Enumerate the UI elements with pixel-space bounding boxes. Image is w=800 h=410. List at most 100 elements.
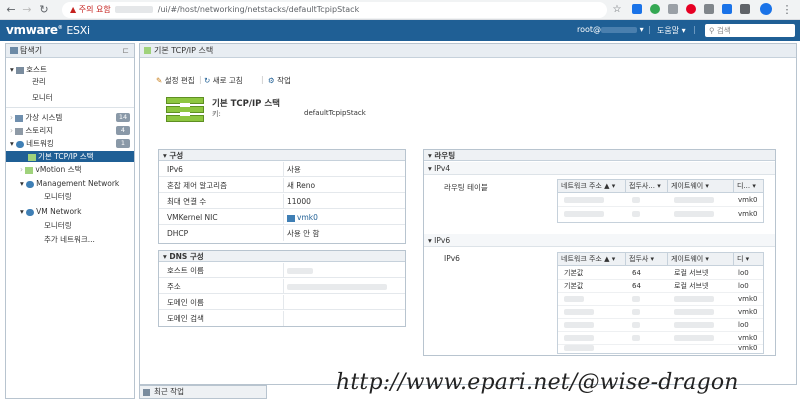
nav-management-network[interactable]: ▾ Management Network [6, 178, 134, 189]
actions-button[interactable]: ⚙ 작업 [268, 75, 291, 86]
col-network-address[interactable]: 네트워크 주소 ▲ ▾ [558, 180, 626, 193]
table-row[interactable]: vmk0 [558, 306, 763, 319]
vmk0-link[interactable]: vmk0 [287, 210, 318, 225]
nav-host[interactable]: ▾ 호스트 [6, 64, 134, 75]
puzzle-icon[interactable] [740, 4, 750, 14]
table-row[interactable]: vmk0 [558, 293, 763, 306]
network-icon [16, 140, 25, 148]
table-row[interactable]: lo0 [558, 319, 763, 332]
table-row[interactable]: 기본값 64 로컬 서브넷 lo0 [558, 280, 763, 293]
nav-management-monitoring[interactable]: 모니터링 [6, 191, 134, 202]
routing-panel: ▾ 라우팅 ▾ IPv4 라우팅 테이블 네트워크 주소 ▲ ▾ 접두사... … [423, 149, 776, 356]
watermark-text: http://www.epari.net/@wise-dragon [336, 370, 739, 395]
recent-tasks-tab[interactable]: 최근 작업 [139, 385, 267, 399]
extension-icon[interactable] [668, 4, 678, 14]
search-input[interactable]: ⚲ 검색 [705, 24, 795, 37]
forward-icon[interactable]: → [20, 3, 34, 17]
tcpip-stack-large-icon [166, 97, 204, 123]
table-row[interactable]: vmk0 [558, 194, 763, 207]
edit-settings-button[interactable]: ✎ 설정 편집 [156, 75, 195, 86]
url-path: /ui/#/host/networking/netstacks/defaultT… [157, 5, 360, 14]
ipv6-routing-table: 네트워크 주소 ▲ ▾ 접두사 ▾ 게이트웨이 ▾ 디 ▾ 기본값 64 로컬 … [557, 252, 764, 354]
nav-storage[interactable]: › 스토리지 4 [6, 125, 134, 136]
table-row[interactable]: 기본값 64 로컬 서브넷 lo0 [558, 267, 763, 280]
user-menu[interactable]: root@ ▾ [577, 25, 644, 34]
nav-vmotion-stack[interactable]: › vMotion 스택 [6, 164, 134, 175]
col-network-address[interactable]: 네트워크 주소 ▲ ▾ [558, 253, 626, 266]
reload-icon[interactable]: ↻ [37, 3, 51, 17]
nav-monitor[interactable]: 모니터 [6, 92, 134, 103]
config-panel-header[interactable]: ▾ 구성 [159, 150, 405, 161]
extension-icon[interactable] [722, 4, 732, 14]
col-device[interactable]: 디 ▾ [734, 253, 763, 266]
routing-panel-header[interactable]: ▾ 라우팅 [424, 150, 775, 161]
security-label: 주의 요함 [78, 5, 111, 14]
ipv4-routing-table: 네트워크 주소 ▲ ▾ 접두사... ▾ 게이트웨이 ▾ 디... ▾ vmk0… [557, 179, 764, 223]
config-row-max-connections: 최대 연결 수 11000 [159, 194, 405, 209]
warning-icon: ▲ [70, 5, 77, 14]
ipv6-routing-table-label: IPv6 [444, 254, 460, 263]
dns-row-hostname: 호스트 이름 [159, 263, 405, 278]
search-icon: ⚲ [709, 26, 715, 35]
config-row-congestion: 혼잡 제어 알고리즘 새 Reno [159, 178, 405, 193]
pencil-icon: ✎ [156, 76, 163, 85]
refresh-button[interactable]: ↻ 새로 고침 [204, 75, 243, 86]
nav-vms[interactable]: › 가상 시스템 14 [6, 112, 134, 123]
dns-panel-header[interactable]: ▾ DNS 구성 [159, 251, 405, 262]
pinterest-icon[interactable] [686, 4, 696, 14]
table-row[interactable]: vmk0 [558, 208, 763, 221]
profile-avatar[interactable] [760, 3, 772, 15]
address-bar[interactable]: ▲ 주의 요함 /ui/#/host/networking/netstacks/… [62, 2, 607, 18]
refresh-icon: ↻ [204, 76, 211, 85]
menu-icon[interactable]: ⋮ [780, 3, 794, 17]
config-row-dhcp: DHCP 사용 안 함 [159, 226, 405, 241]
nav-default-tcpip-stack[interactable]: 기본 TCP/IP 스택 [6, 151, 134, 162]
col-device[interactable]: 디... ▾ [734, 180, 763, 193]
nav-vm-network-monitoring[interactable]: 모니터링 [6, 220, 134, 231]
gear-icon: ⚙ [268, 76, 275, 85]
nav-more-networks[interactable]: 추가 네트워크... [6, 234, 134, 245]
nav-networking[interactable]: ▾ 네트워킹 1 [6, 138, 134, 149]
portgroup-icon [26, 180, 35, 188]
tcpip-stack-icon [28, 153, 36, 161]
ipv6-section-header[interactable]: ▾ IPv6 [424, 234, 775, 247]
col-gateway[interactable]: 게이트웨이 ▾ [668, 253, 734, 266]
vmware-logo: vmware® ESXi [6, 23, 90, 37]
key-label: 키: [212, 110, 221, 118]
star-icon[interactable]: ☆ [610, 3, 624, 17]
collapse-icon[interactable]: ⊏ [122, 44, 129, 58]
main-panel: 기본 TCP/IP 스택 ✎ 설정 편집 | ↻ 새로 고침 | ⚙ 작업 기본… [139, 43, 797, 385]
portgroup-icon [26, 208, 35, 216]
storage-icon [15, 127, 24, 135]
key-value: defaultTcpipStack [304, 109, 366, 117]
col-gateway[interactable]: 게이트웨이 ▾ [668, 180, 734, 193]
nav-manage[interactable]: 관리 [6, 76, 134, 87]
stack-title: 기본 TCP/IP 스택 [212, 99, 280, 109]
config-panel: ▾ 구성 IPv6 사용 혼잡 제어 알고리즘 새 Reno 최대 연결 수 1100… [158, 149, 406, 244]
tcpip-stack-icon [25, 166, 34, 174]
col-prefix[interactable]: 접두사 ▾ [626, 253, 668, 266]
page-title: 기본 TCP/IP 스택 [154, 46, 214, 55]
col-prefix[interactable]: 접두사... ▾ [626, 180, 668, 193]
back-icon[interactable]: ← [4, 3, 18, 17]
app-header: vmware® ESXi root@ ▾ | 도움말 ▾ | ⚲ 검색 [0, 20, 800, 41]
dns-row-search-domain: 도메인 검색 [159, 311, 405, 326]
tasks-icon [143, 389, 150, 396]
nav-vm-network[interactable]: ▾ VM Network [6, 206, 134, 217]
vm-icon [15, 114, 24, 122]
dns-row-domain: 도메인 이름 [159, 295, 405, 310]
host-icon [16, 66, 25, 74]
ipv4-section-header[interactable]: ▾ IPv4 [424, 162, 775, 175]
camera-icon[interactable] [704, 4, 714, 14]
extension-icon[interactable] [632, 4, 642, 14]
table-row[interactable]: vmk0 [558, 343, 763, 354]
navigator-panel: 탐색기 ⊏ ▾ 호스트 관리 모니터 › 가상 시스템 14 › 스토리지 4 … [5, 43, 135, 399]
config-row-vmkernel-nic: VMKernel NIC vmk0 [159, 210, 405, 225]
extension-icon[interactable] [650, 4, 660, 14]
network-count-badge: 1 [116, 139, 130, 148]
address-redacted [287, 284, 387, 290]
host-redacted [115, 6, 154, 13]
browser-toolbar: ← → ↻ ▲ 주의 요함 /ui/#/host/networking/nets… [0, 0, 800, 20]
help-menu[interactable]: 도움말 ▾ [657, 25, 686, 36]
storage-count-badge: 4 [116, 126, 130, 135]
